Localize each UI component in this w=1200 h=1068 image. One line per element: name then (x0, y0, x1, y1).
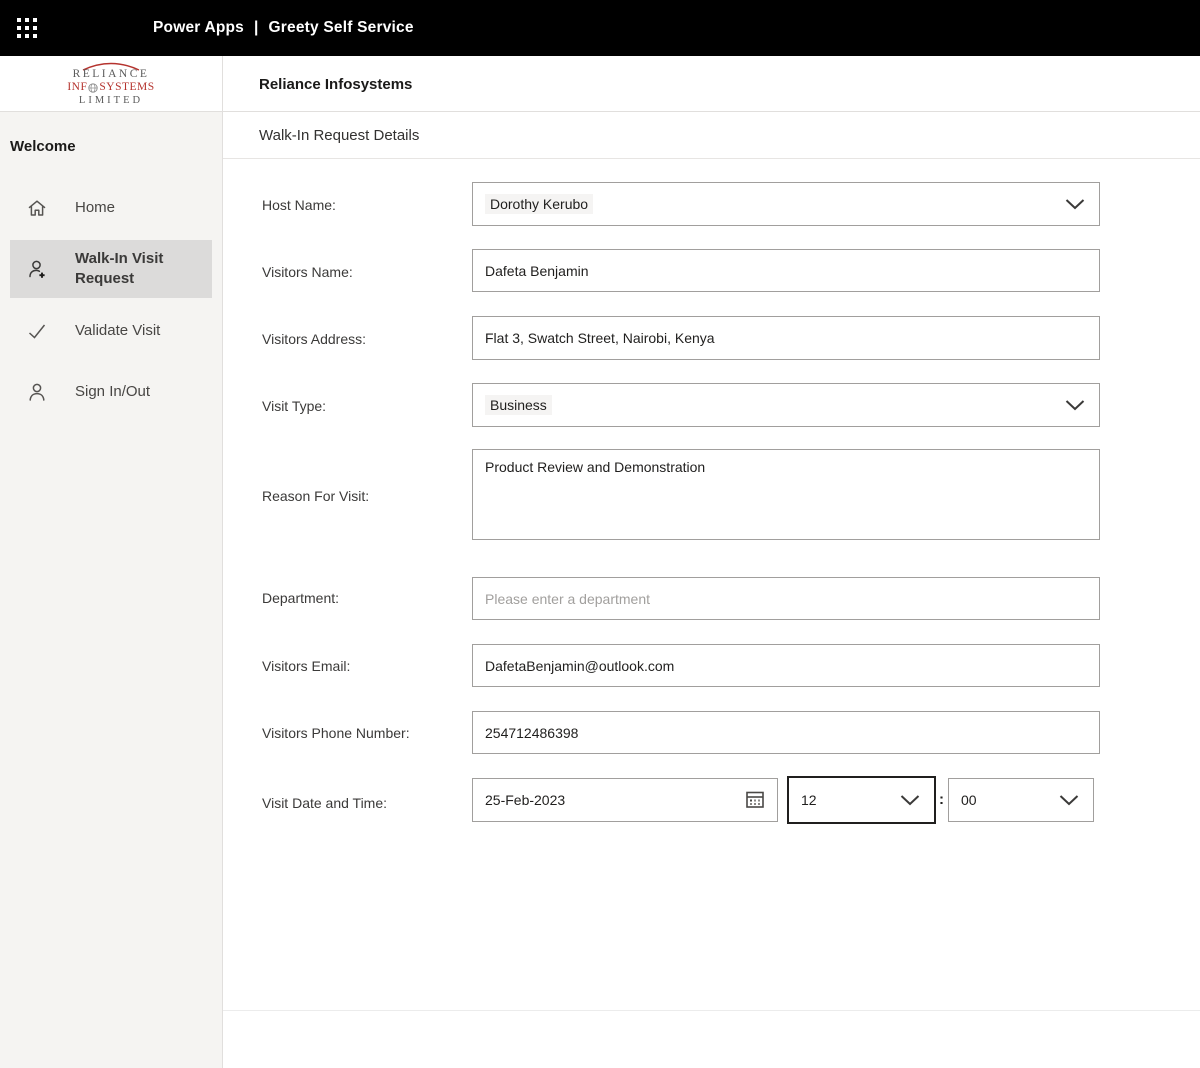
time-separator: : (939, 791, 944, 808)
reason-for-visit-textarea[interactable]: Product Review and Demonstration (472, 449, 1100, 540)
host-name-dropdown[interactable]: Dorothy Kerubo (472, 182, 1100, 226)
visitors-phone-value: 254712486398 (485, 725, 578, 741)
section-title: Walk-In Request Details (259, 127, 419, 144)
waffle-icon[interactable] (17, 18, 37, 38)
host-name-label: Host Name: (262, 197, 462, 213)
check-icon (25, 319, 49, 343)
visitors-phone-label: Visitors Phone Number: (262, 725, 462, 741)
app-title: Reliance Infosystems (259, 76, 412, 93)
topbar-title-right: Greety Self Service (269, 19, 414, 37)
logo-band: RELIANCE INF SYSTEMS LIMITED (0, 56, 222, 111)
visit-date-value: 25-Feb-2023 (485, 792, 565, 808)
reason-for-visit-label: Reason For Visit: (262, 488, 462, 504)
person-add-icon (25, 257, 49, 281)
sidebar-item-label: Sign In/Out (75, 382, 212, 402)
section-divider (223, 158, 1200, 159)
visit-type-label: Visit Type: (262, 398, 462, 414)
visitors-name-input[interactable]: Dafeta Benjamin (472, 249, 1100, 292)
footer-divider (223, 1010, 1200, 1011)
host-name-value: Dorothy Kerubo (485, 194, 593, 214)
topbar-title-separator: | (254, 19, 259, 37)
welcome-label: Welcome (10, 138, 76, 155)
visit-hour-dropdown[interactable]: 12 (787, 776, 936, 824)
sidebar: Welcome Home Walk-In Visit Request (0, 112, 222, 1068)
company-logo: RELIANCE INF SYSTEMS LIMITED (67, 61, 154, 107)
visit-type-value: Business (485, 395, 552, 415)
sidebar-item-validate-visit[interactable]: Validate Visit (10, 313, 212, 349)
visitors-email-value: DafetaBenjamin@outlook.com (485, 658, 674, 674)
sidebar-item-home[interactable]: Home (10, 190, 212, 226)
sidebar-item-label: Walk-In Visit Request (75, 249, 212, 290)
department-placeholder: Please enter a department (485, 591, 650, 607)
topbar: Power Apps | Greety Self Service (0, 0, 1200, 56)
globe-icon (88, 83, 98, 93)
visit-minute-dropdown[interactable]: 00 (948, 778, 1094, 822)
visit-type-dropdown[interactable]: Business (472, 383, 1100, 427)
logo-line1: RELIANCE (67, 69, 154, 81)
department-input[interactable]: Please enter a department (472, 577, 1100, 620)
chevron-down-icon (1065, 199, 1085, 210)
topbar-title-left: Power Apps (153, 19, 244, 37)
visitors-email-input[interactable]: DafetaBenjamin@outlook.com (472, 644, 1100, 687)
department-label: Department: (262, 590, 462, 606)
visitors-phone-input[interactable]: 254712486398 (472, 711, 1100, 754)
calendar-icon[interactable] (744, 789, 766, 811)
logo-line2: INF SYSTEMS (67, 82, 154, 94)
topbar-title: Power Apps | Greety Self Service (153, 0, 414, 56)
logo-line3: LIMITED (67, 96, 154, 107)
person-icon (25, 380, 49, 404)
sidebar-item-sign-in-out[interactable]: Sign In/Out (10, 374, 212, 410)
visit-date-picker[interactable]: 25-Feb-2023 (472, 778, 778, 822)
logo-line2-prefix: INF (67, 82, 87, 94)
visit-datetime-label: Visit Date and Time: (262, 795, 462, 811)
reason-for-visit-value: Product Review and Demonstration (485, 459, 705, 475)
chevron-down-icon (900, 795, 920, 806)
app-window: Power Apps | Greety Self Service RELIANC… (0, 0, 1200, 1068)
chevron-down-icon (1065, 400, 1085, 411)
visitors-address-label: Visitors Address: (262, 331, 462, 347)
visit-hour-value: 12 (801, 792, 817, 808)
chevron-down-icon (1059, 795, 1079, 806)
home-icon (25, 196, 49, 220)
sidebar-item-label: Home (75, 198, 212, 218)
visitors-name-value: Dafeta Benjamin (485, 263, 589, 279)
visitors-email-label: Visitors Email: (262, 658, 462, 674)
logo-line2-suffix: SYSTEMS (99, 82, 154, 94)
visitors-name-label: Visitors Name: (262, 264, 462, 280)
visitors-address-value: Flat 3, Swatch Street, Nairobi, Kenya (485, 330, 715, 346)
sidebar-item-walk-in-visit-request[interactable]: Walk-In Visit Request (10, 240, 212, 298)
visitors-address-input[interactable]: Flat 3, Swatch Street, Nairobi, Kenya (472, 316, 1100, 360)
visit-minute-value: 00 (961, 792, 977, 808)
sidebar-item-label: Validate Visit (75, 321, 212, 341)
sidebar-divider (222, 56, 223, 1068)
